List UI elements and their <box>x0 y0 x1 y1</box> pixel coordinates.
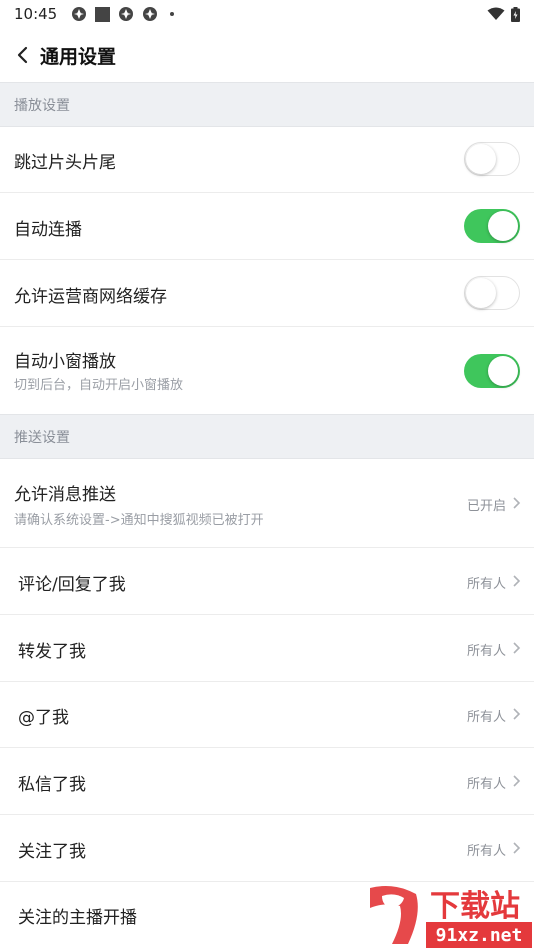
notification-icons <box>71 6 175 22</box>
setting-row-mini-player[interactable]: 自动小窗播放 切到后台，自动开启小窗播放 <box>0 327 534 414</box>
setting-label: 跳过片头片尾 <box>14 153 116 173</box>
setting-row-autoplay[interactable]: 自动连播 <box>0 193 534 260</box>
setting-label: 自动连播 <box>14 220 82 240</box>
setting-label: 允许消息推送 <box>14 485 116 505</box>
page-title: 通用设置 <box>40 45 117 68</box>
mini-player-toggle[interactable] <box>464 354 520 388</box>
setting-label: @了我 <box>18 708 69 728</box>
setting-label: 允许运营商网络缓存 <box>14 287 167 307</box>
autoplay-toggle[interactable] <box>464 209 520 243</box>
back-arrow-icon[interactable] <box>14 46 32 64</box>
setting-row-reposts[interactable]: 转发了我 所有人 <box>0 615 534 682</box>
wifi-icon <box>487 7 505 20</box>
more-notifications-icon <box>170 12 175 16</box>
app-notification-icon <box>119 7 134 21</box>
setting-value: 已开启 <box>466 499 506 514</box>
chevron-right-icon <box>513 497 521 509</box>
setting-value: 所有人 <box>466 844 506 859</box>
setting-value: 所有人 <box>466 644 506 659</box>
chevron-right-icon <box>513 575 521 587</box>
nav-bar: 通用设置 <box>0 28 534 82</box>
setting-value: 所有人 <box>466 777 506 792</box>
status-bar: 10:45 <box>0 0 534 28</box>
setting-row-direct-messages[interactable]: 私信了我 所有人 <box>0 748 534 815</box>
app-notification-icon <box>95 6 111 22</box>
toggle-knob <box>488 211 518 241</box>
battery-icon <box>511 6 520 22</box>
setting-row-mentions[interactable]: @了我 所有人 <box>0 682 534 748</box>
setting-row-comments[interactable]: 评论/回复了我 所有人 <box>0 548 534 615</box>
setting-label: 转发了我 <box>18 642 86 662</box>
setting-row-allow-push[interactable]: 允许消息推送 请确认系统设置->通知中搜狐视频已被打开 已开启 <box>0 459 534 548</box>
section-header-playback: 播放设置 <box>0 82 534 127</box>
setting-row-followers[interactable]: 关注了我 所有人 <box>0 815 534 882</box>
watermark-logo: 下载站 91xz.net <box>370 886 532 948</box>
setting-sublabel: 切到后台，自动开启小窗播放 <box>14 378 184 393</box>
watermark-domain: 91xz.net <box>436 925 523 946</box>
setting-label: 评论/回复了我 <box>18 575 126 595</box>
setting-label: 私信了我 <box>18 775 86 795</box>
setting-row-skip-intro[interactable]: 跳过片头片尾 <box>0 127 534 193</box>
setting-row-carrier-cache[interactable]: 允许运营商网络缓存 <box>0 260 534 327</box>
toggle-knob <box>466 278 496 308</box>
status-time: 10:45 <box>14 5 58 23</box>
setting-label: 自动小窗播放 <box>14 352 116 372</box>
toggle-knob <box>466 144 496 174</box>
setting-sublabel: 请确认系统设置->通知中搜狐视频已被打开 <box>14 513 264 528</box>
skip-intro-toggle[interactable] <box>464 142 520 176</box>
watermark-title: 下载站 <box>430 889 520 924</box>
app-notification-icon <box>143 7 158 21</box>
setting-value: 所有人 <box>466 710 506 725</box>
section-header-push: 推送设置 <box>0 414 534 459</box>
app-notification-icon <box>72 7 87 21</box>
setting-label: 关注的主播开播 <box>18 908 137 928</box>
chevron-right-icon <box>513 842 521 854</box>
carrier-cache-toggle[interactable] <box>464 276 520 310</box>
setting-value: 所有人 <box>466 577 506 592</box>
toggle-knob <box>488 356 518 386</box>
chevron-right-icon <box>513 775 521 787</box>
chevron-right-icon <box>513 708 521 720</box>
setting-label: 关注了我 <box>18 842 86 862</box>
system-icons <box>487 6 520 22</box>
chevron-right-icon <box>513 642 521 654</box>
